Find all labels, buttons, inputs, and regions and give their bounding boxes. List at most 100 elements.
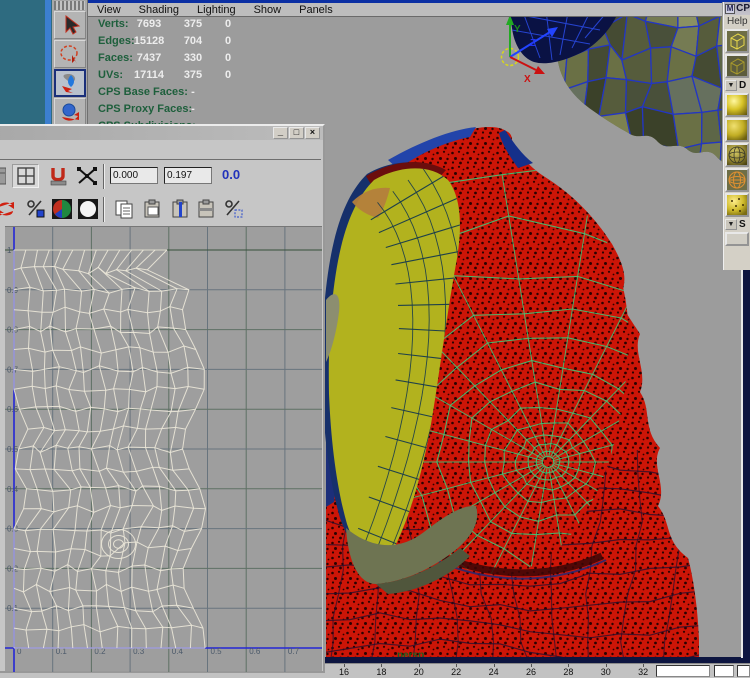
paste-uvs-button[interactable] (140, 197, 164, 221)
cps-dropdown1-label: D (739, 80, 746, 91)
frame-tick (344, 664, 345, 667)
rgb-channels-button[interactable] (50, 197, 74, 221)
lasso-icon (58, 43, 82, 65)
magnet-snap-button[interactable] (47, 164, 71, 188)
sphere-wire-overlay-icon (727, 145, 747, 165)
grid-icon (17, 167, 35, 185)
hud-value: 7437 (128, 52, 170, 64)
frame-label[interactable]: 30 (594, 667, 618, 677)
minimize-button[interactable]: _ (273, 127, 288, 139)
frame-label[interactable]: 22 (444, 667, 468, 677)
maximize-button[interactable]: □ (289, 127, 304, 139)
menu-shading[interactable]: Shading (130, 4, 188, 16)
paste-v-button[interactable] (194, 197, 218, 221)
hud-label: Verts: (98, 18, 129, 30)
menu-lighting[interactable]: Lighting (188, 4, 245, 16)
uv-texture-editor-window: _ □ × (0, 124, 325, 673)
hud-value: 0 (218, 35, 238, 47)
uv-x-axis-label: 0.6 (249, 647, 261, 656)
wire-cube-dark-icon (727, 56, 747, 76)
frame-label[interactable]: 32 (631, 667, 655, 677)
cycle-uvs-button[interactable] (0, 197, 18, 221)
select-arrow-icon (58, 14, 82, 36)
frame-tick (606, 664, 607, 667)
z-axis-label: Z (530, 38, 536, 49)
cps-textured-sphere-button[interactable] (725, 118, 749, 142)
toolbox-grip[interactable] (54, 1, 85, 10)
rotate-tool-button[interactable] (54, 98, 86, 126)
percent-square-icon (25, 198, 47, 220)
paste-u-icon (169, 198, 191, 220)
vertex-dots-icon (727, 195, 747, 215)
hud-value: 330 (178, 52, 208, 64)
hud-row: UVs:171143750 (98, 69, 333, 85)
close-button[interactable]: × (305, 127, 320, 139)
alpha-channel-button[interactable] (76, 197, 100, 221)
hud-value: 375 (178, 18, 208, 30)
uv-editor-canvas[interactable]: 00.10.20.30.40.50.60.710.90.80.70.60.50.… (5, 226, 322, 671)
frame-tick (494, 664, 495, 667)
cps-wire-cube-button[interactable] (725, 29, 749, 53)
toolbar-divider (103, 197, 105, 222)
current-time-field[interactable] (714, 665, 734, 677)
cps-help-menu[interactable]: Help (724, 15, 750, 28)
hud-value: 7693 (128, 18, 170, 30)
range-start-field[interactable] (656, 665, 710, 677)
dropdown-arrow-icon[interactable]: ▼ (725, 219, 737, 230)
move-uv-button[interactable] (75, 164, 99, 188)
white-circle-icon (77, 198, 99, 220)
uv-y-axis-label: 0.6 (7, 405, 19, 414)
menu-panels[interactable]: Panels (290, 4, 342, 16)
cps-wire-cube-dark-button[interactable] (725, 54, 749, 78)
menu-show[interactable]: Show (245, 4, 291, 16)
cps-vertex-sphere-button[interactable] (725, 193, 749, 217)
paint-select-tool-button[interactable] (54, 69, 86, 97)
hud-value: 0 (218, 69, 238, 81)
frame-label[interactable]: 26 (519, 667, 543, 677)
u-coordinate-field[interactable] (110, 167, 158, 184)
maya-logo-icon: M (725, 4, 735, 14)
lasso-select-tool-button[interactable] (54, 40, 86, 68)
grid-toggle-button[interactable] (12, 164, 39, 188)
wire-cube-icon (727, 31, 747, 51)
cps-shaded-sphere-button[interactable] (725, 93, 749, 117)
hud-label: CPS Base Faces: (98, 86, 188, 98)
cps-shading-dropdown[interactable]: ▼ S (724, 218, 750, 231)
flip-u-button[interactable] (24, 197, 48, 221)
paste-u-button[interactable] (168, 197, 192, 221)
uv-x-axis-label: 0.5 (211, 647, 223, 656)
cps-titlebar[interactable]: M CP (724, 2, 750, 15)
frame-label[interactable]: 18 (369, 667, 393, 677)
frame-tick (568, 664, 569, 667)
uv-toolbar-row1: 0.0 (0, 160, 323, 193)
hud-row: CPS Base Faces:- (98, 86, 333, 102)
rgb-sphere-icon (51, 198, 73, 220)
hud-value: 704 (178, 35, 208, 47)
cps-dropdown2-label: S (739, 219, 746, 230)
copy-uvs-button[interactable] (112, 197, 136, 221)
frame-label[interactable]: 16 (332, 667, 356, 677)
uv-y-axis-label: 0.4 (7, 485, 19, 494)
cps-display-dropdown[interactable]: ▼ D (724, 79, 750, 92)
hud-row: Verts:76933750 (98, 18, 333, 34)
frame-tick (643, 664, 644, 667)
cps-wire-sphere-button[interactable] (725, 168, 749, 192)
hud-value: 17114 (128, 69, 170, 81)
range-end-field[interactable] (737, 665, 750, 677)
uv-toolbar-row2 (0, 193, 323, 226)
frame-label[interactable]: 28 (556, 667, 580, 677)
maya-workspace: Y Z X persp ViewShadingLightingShowPanel… (0, 0, 750, 678)
dropdown-arrow-icon[interactable]: ▼ (725, 80, 737, 91)
v-coordinate-field[interactable] (164, 167, 212, 184)
window-edge-right (743, 262, 750, 658)
frame-label[interactable]: 24 (482, 667, 506, 677)
frame-label[interactable]: 20 (407, 667, 431, 677)
heads-up-display: Verts:76933750Edges:151287040Faces:74373… (98, 18, 333, 140)
menu-view[interactable]: View (88, 4, 130, 16)
uv-editor-titlebar[interactable]: _ □ × (0, 126, 323, 140)
normalize-uvs-button[interactable] (222, 197, 246, 221)
select-tool-button[interactable] (54, 11, 86, 39)
cps-shaded-wire-sphere-button[interactable] (725, 143, 749, 167)
clipped-toolbar-icon[interactable] (0, 164, 6, 188)
cps-partial-button[interactable] (725, 232, 749, 246)
